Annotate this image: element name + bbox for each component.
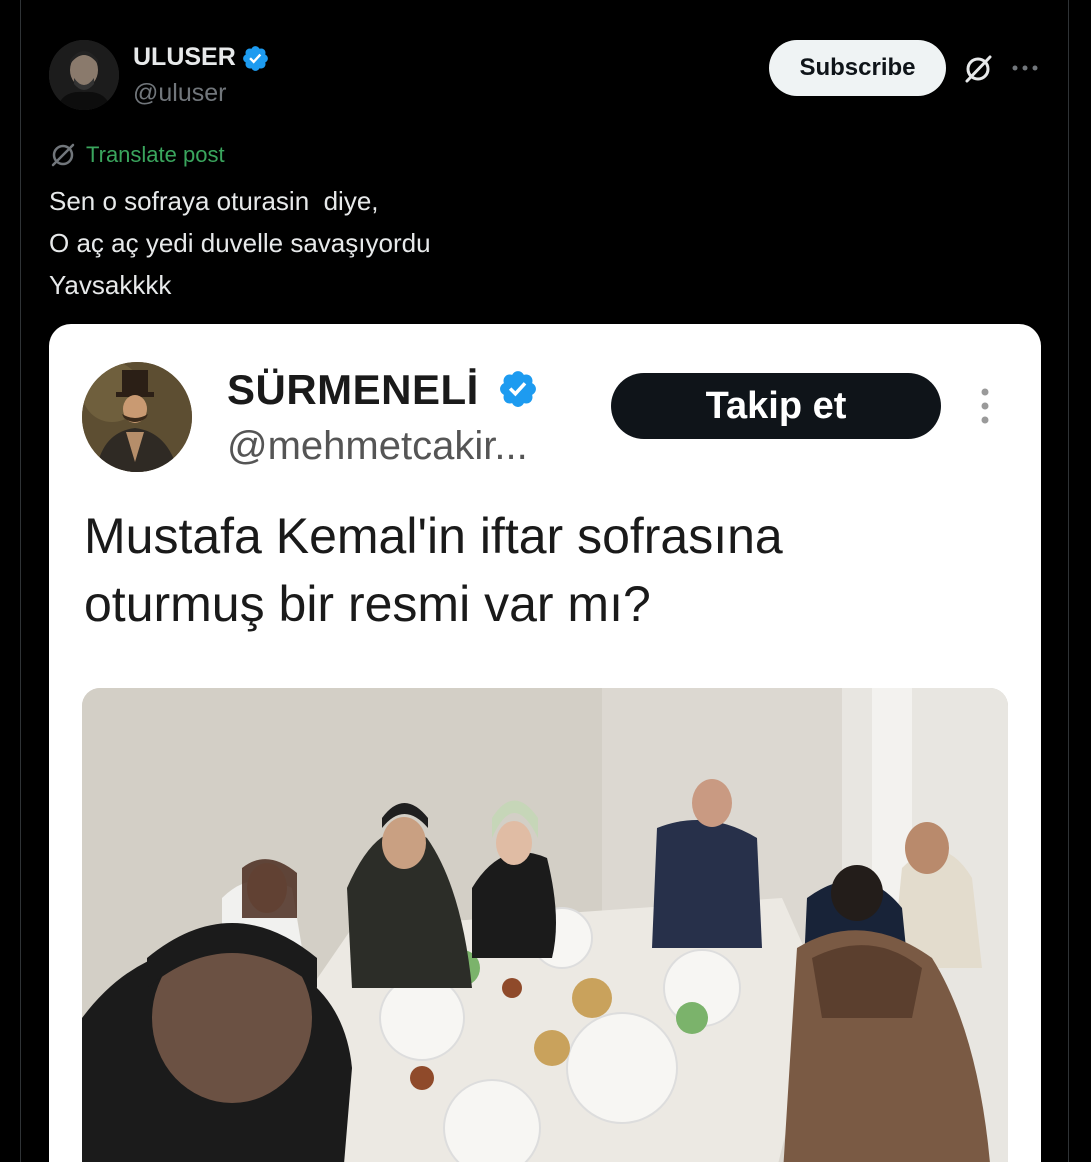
author-handle[interactable]: @uluser — [133, 79, 226, 108]
grok-icon[interactable] — [962, 53, 994, 85]
embedded-more-icon — [981, 388, 989, 424]
embedded-display-name: SÜRMENELİ — [227, 366, 479, 413]
post-text: Sen o sofraya oturasin diye, O aç aç yed… — [49, 180, 431, 306]
embedded-verified-badge-icon — [500, 371, 536, 407]
translate-post-label[interactable]: Translate post — [86, 142, 225, 168]
embedded-post-line: Mustafa Kemal'in iftar sofrasına — [84, 508, 783, 564]
timeline-border-right — [1068, 0, 1069, 1162]
post-text-line: Sen o sofraya oturasin diye, — [49, 186, 379, 216]
iftar-table-photo — [82, 688, 1008, 1162]
verified-badge-icon — [243, 46, 268, 71]
author-avatar[interactable] — [49, 40, 119, 110]
post-text-line: O aç aç yedi duvelle savaşıyordu — [49, 228, 431, 258]
grok-translate-icon — [51, 143, 75, 167]
embedded-post-line: oturmuş bir resmi var mı? — [84, 576, 651, 632]
embedded-post-text: Mustafa Kemal'in iftar sofrasına oturmuş… — [84, 502, 783, 638]
author-display-name[interactable]: ULUSER — [133, 43, 236, 72]
more-options-icon[interactable] — [1010, 56, 1040, 80]
embedded-handle: @mehmetcakir... — [227, 424, 528, 468]
timeline-border-left — [20, 0, 21, 1162]
embedded-follow-button: Takip et — [611, 373, 941, 439]
post-media-image[interactable]: SÜRMENELİ @mehmetcakir... Takip et Musta… — [49, 324, 1041, 1162]
embedded-avatar — [82, 362, 192, 472]
subscribe-button[interactable]: Subscribe — [769, 40, 946, 96]
translate-post-link[interactable]: Translate post — [49, 140, 225, 170]
post-text-line: Yavsakkkk — [49, 270, 172, 300]
